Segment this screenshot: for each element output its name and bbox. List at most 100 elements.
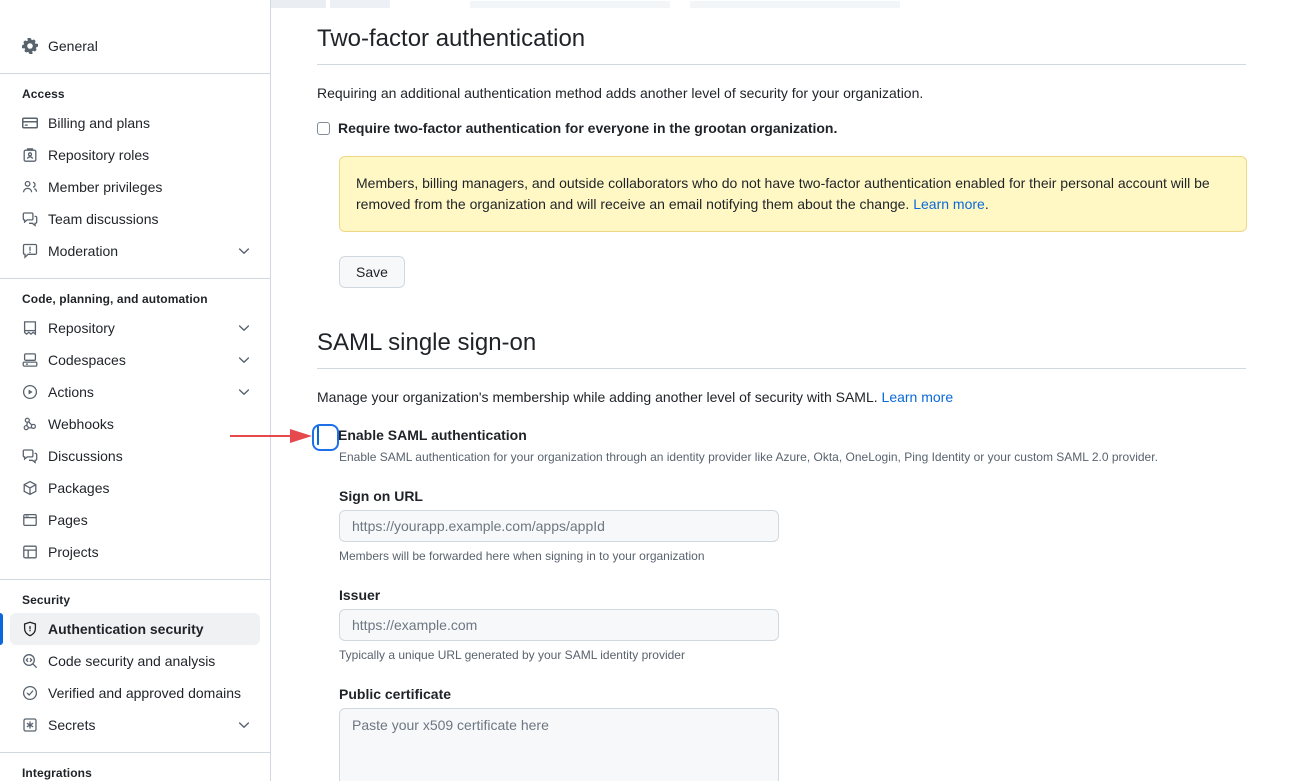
- issuer-help: Typically a unique URL generated by your…: [339, 648, 685, 662]
- key-asterisk-icon: [22, 717, 38, 733]
- sidebar-item-label: Moderation: [48, 243, 119, 259]
- sidebar-item-webhooks[interactable]: Webhooks: [10, 408, 260, 440]
- sign-on-url-help: Members will be forwarded here when sign…: [339, 549, 705, 563]
- sidebar-item-projects[interactable]: Projects: [10, 536, 260, 568]
- require-2fa-row: Require two-factor authentication for ev…: [317, 120, 1314, 137]
- sidebar-group-title: Security: [22, 593, 71, 607]
- people-icon: [22, 179, 38, 195]
- table-icon: [22, 544, 38, 560]
- enable-saml-checkbox[interactable]: [317, 426, 319, 445]
- chevron-down-icon[interactable]: [236, 320, 252, 336]
- enable-saml-label: Enable SAML authentication: [338, 427, 527, 443]
- sidebar-item-secrets[interactable]: Secrets: [10, 709, 260, 741]
- sidebar-item-repository[interactable]: Repository: [10, 312, 260, 344]
- webhook-icon: [22, 416, 38, 432]
- sign-on-url-input[interactable]: [339, 510, 779, 542]
- sidebar-item-authentication-security[interactable]: Authentication security: [0, 613, 260, 645]
- saml-heading: SAML single sign-on: [317, 329, 537, 356]
- sidebar-item-label: Packages: [48, 480, 110, 496]
- two-factor-warning-text: Members, billing managers, and outside c…: [356, 175, 1210, 212]
- package-icon: [22, 480, 38, 496]
- credit-card-icon: [22, 115, 38, 131]
- chevron-down-icon[interactable]: [236, 352, 252, 368]
- chevron-down-icon[interactable]: [236, 243, 252, 259]
- report-icon: [22, 243, 38, 259]
- two-factor-heading: Two-factor authentication: [317, 25, 586, 52]
- sidebar-item-label: Team discussions: [48, 211, 159, 227]
- sidebar-item-member-privileges[interactable]: Member privileges: [10, 171, 260, 203]
- sidebar-item-label: Repository: [48, 320, 115, 336]
- sidebar-divider: [0, 752, 270, 753]
- sidebar-divider: [0, 579, 270, 580]
- two-factor-learn-more-link[interactable]: Learn more: [913, 196, 985, 212]
- save-button[interactable]: Save: [339, 256, 405, 288]
- sidebar-item-label: Projects: [48, 544, 99, 560]
- repo-icon: [22, 320, 38, 336]
- two-factor-warning-box: Members, billing managers, and outside c…: [339, 156, 1247, 232]
- sidebar-item-general[interactable]: General: [10, 30, 260, 62]
- sidebar-item-label: Verified and approved domains: [48, 685, 242, 701]
- enable-saml-row: Enable SAML authentication: [312, 424, 1314, 451]
- saml-description-text: Manage your organization's membership wh…: [317, 389, 878, 405]
- sidebar-item-label: Authentication security: [48, 621, 204, 637]
- sidebar-item-label: Webhooks: [48, 416, 114, 432]
- sidebar-item-actions[interactable]: Actions: [10, 376, 260, 408]
- sidebar-divider: [0, 73, 270, 74]
- shield-icon: [22, 621, 38, 637]
- verified-icon: [22, 685, 38, 701]
- gear-icon: [22, 38, 38, 54]
- comment-discussion-icon: [22, 448, 38, 464]
- sidebar-item-label: Member privileges: [48, 179, 163, 195]
- two-factor-warning-period: .: [984, 196, 989, 212]
- two-factor-divider: [317, 64, 1246, 65]
- settings-sidebar: General Access Billing and plans Repository…: [0, 0, 271, 781]
- main-content: Two-factor authentication Requiring an a…: [271, 0, 1314, 781]
- sidebar-item-label: Actions: [48, 384, 94, 400]
- chevron-down-icon[interactable]: [236, 717, 252, 733]
- require-2fa-label: Require two-factor authentication for ev…: [338, 120, 838, 136]
- sidebar-item-code-security-and-analysis[interactable]: Code security and analysis: [10, 645, 260, 677]
- sidebar-item-billing-and-plans[interactable]: Billing and plans: [10, 107, 260, 139]
- sidebar-group-title: Access: [22, 87, 65, 101]
- sidebar-item-label: Pages: [48, 512, 88, 528]
- play-icon: [22, 384, 38, 400]
- sign-on-url-label: Sign on URL: [339, 488, 423, 504]
- sidebar-group-title: Integrations: [22, 766, 92, 780]
- sidebar-item-team-discussions[interactable]: Team discussions: [10, 203, 260, 235]
- sidebar-item-label: Codespaces: [48, 352, 126, 368]
- sidebar-item-packages[interactable]: Packages: [10, 472, 260, 504]
- sidebar-item-label: General: [48, 38, 98, 54]
- two-factor-description: Requiring an additional authentication m…: [317, 85, 924, 101]
- sidebar-divider: [0, 278, 270, 279]
- sidebar-item-moderation[interactable]: Moderation: [10, 235, 260, 267]
- page-root: General Access Billing and plans Repository…: [0, 0, 1314, 781]
- codescan-icon: [22, 653, 38, 669]
- sidebar-item-pages[interactable]: Pages: [10, 504, 260, 536]
- sidebar-item-repository-roles[interactable]: Repository roles: [10, 139, 260, 171]
- issuer-input[interactable]: [339, 609, 779, 641]
- sidebar-item-label: Repository roles: [48, 147, 150, 163]
- id-badge-icon: [22, 147, 38, 163]
- sidebar-item-label: Discussions: [48, 448, 123, 464]
- enable-saml-help: Enable SAML authentication for your orga…: [339, 450, 1158, 464]
- saml-fields: Sign on URL Members will be forwarded he…: [339, 488, 1314, 781]
- browser-icon: [22, 512, 38, 528]
- enable-saml-focus-ring: [312, 424, 339, 451]
- sidebar-item-discussions[interactable]: Discussions: [10, 440, 260, 472]
- saml-divider: [317, 368, 1246, 369]
- sidebar-item-codespaces[interactable]: Codespaces: [10, 344, 260, 376]
- saml-description: Manage your organization's membership wh…: [317, 387, 1246, 407]
- issuer-label: Issuer: [339, 587, 381, 603]
- chevron-down-icon[interactable]: [236, 384, 252, 400]
- public-certificate-label: Public certificate: [339, 686, 452, 702]
- require-2fa-checkbox[interactable]: [317, 122, 330, 135]
- public-certificate-textarea[interactable]: [339, 708, 779, 781]
- sidebar-item-verified-and-approved-domains[interactable]: Verified and approved domains: [10, 677, 260, 709]
- comment-discussion-icon: [22, 211, 38, 227]
- saml-learn-more-link[interactable]: Learn more: [882, 389, 954, 405]
- sidebar-item-label: Billing and plans: [48, 115, 150, 131]
- sidebar-group-title: Code, planning, and automation: [22, 292, 208, 306]
- sidebar-item-label: Secrets: [48, 717, 96, 733]
- codespaces-icon: [22, 352, 38, 368]
- sidebar-item-label: Code security and analysis: [48, 653, 216, 669]
